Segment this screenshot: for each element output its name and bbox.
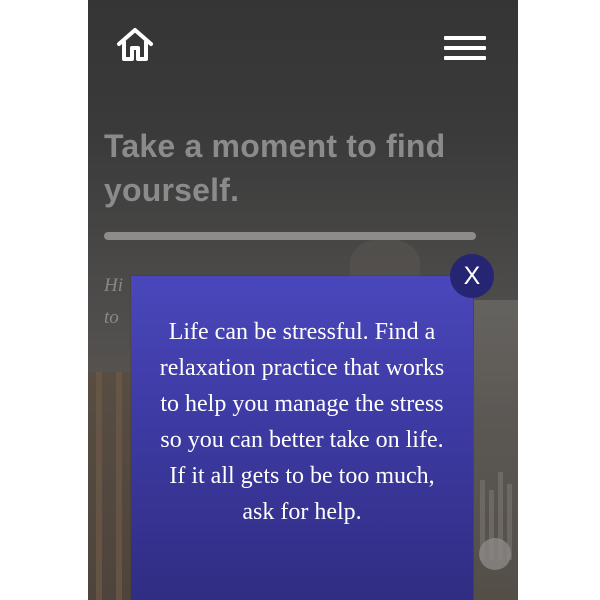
menu-button[interactable]: [442, 34, 488, 62]
scroll-indicator[interactable]: [479, 538, 511, 570]
menu-bar-1: [444, 36, 486, 40]
mobile-screen: Take a moment to find yourself. Hi to Lif…: [88, 0, 518, 600]
page: Take a moment to find yourself. Hi to Lif…: [0, 0, 600, 600]
stress-message-modal: Life can be stressful. Find a relaxation…: [131, 276, 473, 600]
home-button[interactable]: [112, 24, 158, 66]
close-button[interactable]: X: [450, 254, 494, 298]
menu-bar-3: [444, 56, 486, 60]
menu-bar-2: [444, 46, 486, 50]
modal-message: Life can be stressful. Find a relaxation…: [159, 319, 445, 525]
home-icon: [117, 28, 153, 61]
progress-bar: [104, 232, 476, 240]
page-title: Take a moment to find yourself.: [104, 128, 446, 208]
close-icon: X: [463, 261, 481, 290]
progress-fill: [104, 232, 476, 240]
background-chair: [88, 372, 134, 600]
